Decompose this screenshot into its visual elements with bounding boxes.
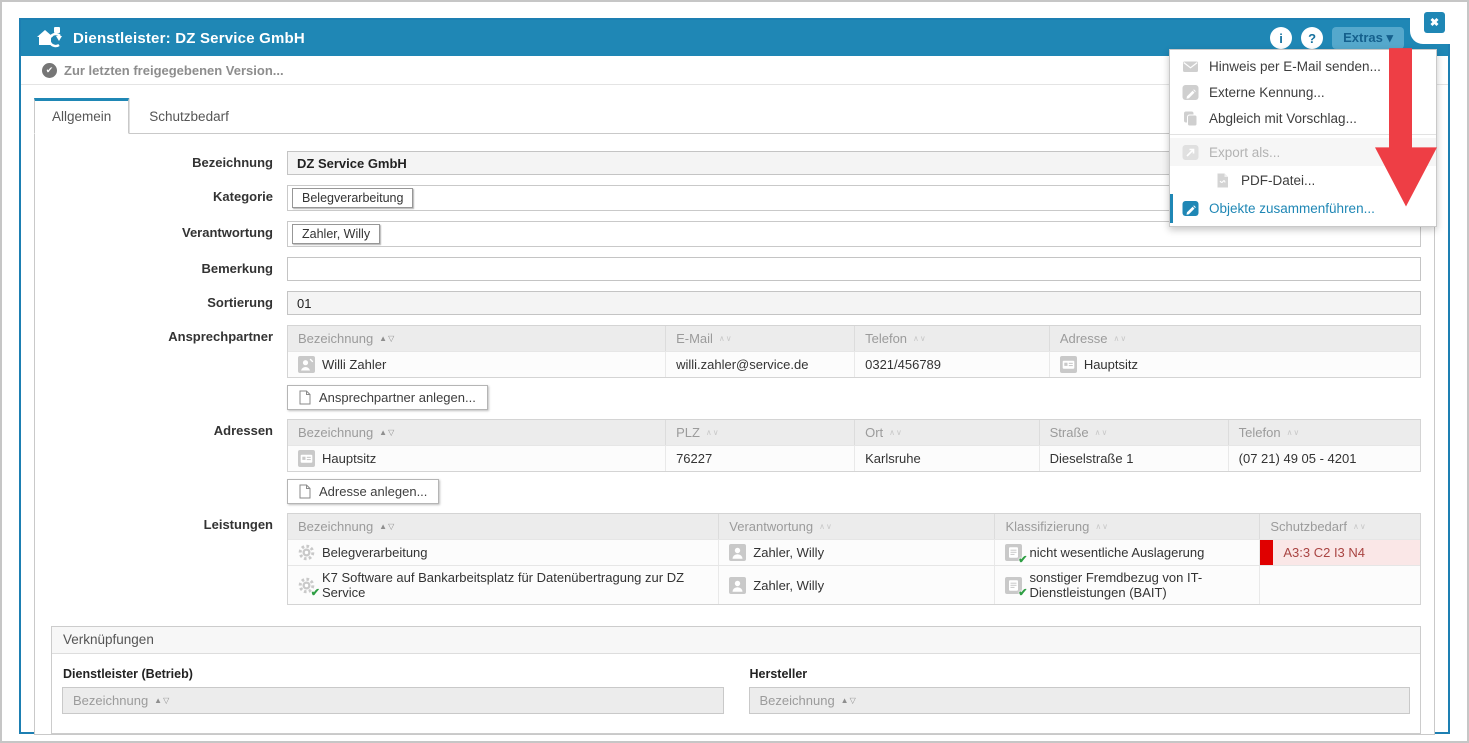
address-icon [298, 450, 315, 467]
sort-icon: ∧∨ [819, 522, 833, 531]
sortierung-label: Sortierung [35, 291, 287, 310]
dienstleister-betrieb-table-header[interactable]: Bezeichnung ▲▽ [62, 687, 724, 714]
dienstleister-icon [35, 25, 65, 51]
sort-icon: ∧∨ [913, 334, 927, 343]
tab-schutzbedarf[interactable]: Schutzbedarf [129, 98, 248, 133]
adressen-table: Bezeichnung▲▽ PLZ∧∨ Ort∧∨ Straße∧∨ Telef… [287, 419, 1421, 472]
sort-icon: ▲▽ [379, 428, 395, 437]
help-icon[interactable]: ? [1301, 27, 1323, 49]
bemerkung-label: Bemerkung [35, 257, 287, 276]
sort-icon: ∧∨ [1095, 522, 1109, 531]
menu-item-export-als: Export als... [1170, 138, 1436, 166]
titlebar-actions: i ? Extras ▾ [1270, 27, 1404, 49]
classification-doc-icon: ✔ [1005, 544, 1022, 561]
sort-icon: ▲▽ [379, 334, 395, 343]
leistungen-table: Bezeichnung▲▽ Verantwortung∧∨ Klassifizi… [287, 513, 1421, 605]
sortierung-field[interactable] [287, 291, 1421, 315]
col-header-bezeichnung[interactable]: Bezeichnung▲▽ [288, 326, 666, 351]
col-header-verantwortung[interactable]: Verantwortung∧∨ [719, 514, 995, 539]
table-row[interactable]: ✔ K7 Software auf Bankarbeitsplatz für D… [288, 565, 1420, 604]
edit-square-icon [1182, 84, 1199, 101]
col-header-strasse[interactable]: Straße∧∨ [1040, 420, 1229, 445]
contact-icon [298, 356, 315, 373]
sort-icon: ∧∨ [1114, 334, 1128, 343]
col-header-schutzbedarf[interactable]: Schutzbedarf∧∨ [1260, 514, 1420, 539]
menu-item-abgleich-vorschlag[interactable]: Abgleich mit Vorschlag... [1170, 105, 1436, 131]
adressen-label: Adressen [35, 419, 287, 438]
sort-icon: ∧∨ [706, 428, 720, 437]
verantwortung-label: Verantwortung [35, 221, 287, 240]
sort-icon: ∧∨ [1095, 428, 1109, 437]
kategorie-chip[interactable]: Belegverarbeitung [292, 188, 413, 208]
envelope-icon [1182, 58, 1199, 75]
ansprechpartner-anlegen-button[interactable]: Ansprechpartner anlegen... [287, 385, 488, 410]
sort-icon: ∧∨ [889, 428, 903, 437]
green-check-icon: ✔ [1018, 586, 1027, 599]
new-document-icon [299, 484, 311, 499]
sort-icon: ▲▽ [841, 696, 857, 705]
sort-icon: ∧∨ [1353, 522, 1367, 531]
address-icon [1060, 356, 1077, 373]
copy-icon [1182, 110, 1199, 127]
col-header-bezeichnung[interactable]: Bezeichnung▲▽ [288, 420, 666, 445]
kategorie-label: Kategorie [35, 185, 287, 204]
dienstleister-window: Dienstleister: DZ Service GmbH i ? Extra… [19, 18, 1450, 734]
menu-item-hinweis-email[interactable]: Hinweis per E-Mail senden... [1170, 53, 1436, 79]
col-header-plz[interactable]: PLZ∧∨ [666, 420, 855, 445]
hersteller-label: Hersteller [750, 667, 1411, 681]
service-gear-icon [298, 544, 315, 561]
new-document-icon [299, 390, 311, 405]
verantwortung-chip[interactable]: Zahler, Willy [292, 224, 380, 244]
ansprechpartner-table: Bezeichnung▲▽ E-Mail∧∨ Telefon∧∨ Adresse… [287, 325, 1421, 378]
table-row[interactable]: Willi Zahler willi.zahler@service.de 032… [288, 351, 1420, 377]
service-gear-icon: ✔ [298, 577, 315, 594]
sort-icon: ∧∨ [719, 334, 733, 343]
col-header-klassifizierung[interactable]: Klassifizierung∧∨ [995, 514, 1260, 539]
bezeichnung-label: Bezeichnung [35, 151, 287, 170]
col-header-adresse[interactable]: Adresse∧∨ [1050, 326, 1420, 351]
outer-frame: Dienstleister: DZ Service GmbH i ? Extra… [0, 0, 1469, 743]
adresse-anlegen-button[interactable]: Adresse anlegen... [287, 479, 439, 504]
check-circle-icon: ✔ [42, 63, 57, 78]
verknuepfungen-title: Verknüpfungen [52, 627, 1420, 654]
sort-icon: ▲▽ [379, 522, 395, 531]
schutzbedarf-cell: A3:3 C2 I3 N4 [1260, 540, 1420, 565]
info-icon[interactable]: i [1270, 27, 1292, 49]
sort-icon: ▲▽ [154, 696, 170, 705]
ansprechpartner-label: Ansprechpartner [35, 325, 287, 344]
export-icon [1182, 144, 1199, 161]
leistungen-label: Leistungen [35, 513, 287, 532]
hersteller-table-header[interactable]: Bezeichnung ▲▽ [749, 687, 1411, 714]
green-check-icon: ✔ [311, 586, 320, 599]
person-icon [729, 544, 746, 561]
pdf-file-icon [1214, 172, 1231, 189]
menu-item-externe-kennung[interactable]: Externe Kennung... [1170, 79, 1436, 105]
sort-icon: ∧∨ [1287, 428, 1301, 437]
person-icon [729, 577, 746, 594]
bemerkung-field[interactable] [287, 257, 1421, 281]
col-header-email[interactable]: E-Mail∧∨ [666, 326, 855, 351]
close-icon[interactable]: ✖ [1424, 12, 1445, 33]
tab-allgemein[interactable]: Allgemein [34, 98, 129, 134]
green-check-icon: ✔ [1018, 553, 1027, 566]
menu-separator [1170, 134, 1436, 135]
col-header-bezeichnung[interactable]: Bezeichnung▲▽ [288, 514, 719, 539]
table-row[interactable]: Hauptsitz 76227 Karlsruhe Dieselstraße 1… [288, 445, 1420, 471]
merge-objects-icon [1182, 200, 1199, 217]
extras-button[interactable]: Extras ▾ [1332, 27, 1404, 49]
page-title: Dienstleister: DZ Service GmbH [73, 30, 1270, 47]
col-header-ort[interactable]: Ort∧∨ [855, 420, 1040, 445]
schutzbedarf-red-indicator [1260, 540, 1273, 565]
dienstleister-betrieb-label: Dienstleister (Betrieb) [63, 667, 724, 681]
verknuepfungen-section: Verknüpfungen Dienstleister (Betrieb) Be… [51, 626, 1421, 734]
classification-doc-icon: ✔ [1005, 577, 1022, 594]
extras-dropdown-menu: Hinweis per E-Mail senden... Externe Ken… [1169, 49, 1437, 227]
menu-item-pdf-datei[interactable]: PDF-Datei... [1170, 166, 1436, 194]
menu-item-objekte-zusammenfuehren[interactable]: Objekte zusammenführen... [1170, 194, 1436, 223]
col-header-telefon[interactable]: Telefon∧∨ [855, 326, 1050, 351]
last-released-version-link[interactable]: Zur letzten freigegebenen Version... [64, 63, 284, 78]
table-row[interactable]: Belegverarbeitung Zahler, Willy [288, 539, 1420, 565]
col-header-telefon[interactable]: Telefon∧∨ [1229, 420, 1420, 445]
